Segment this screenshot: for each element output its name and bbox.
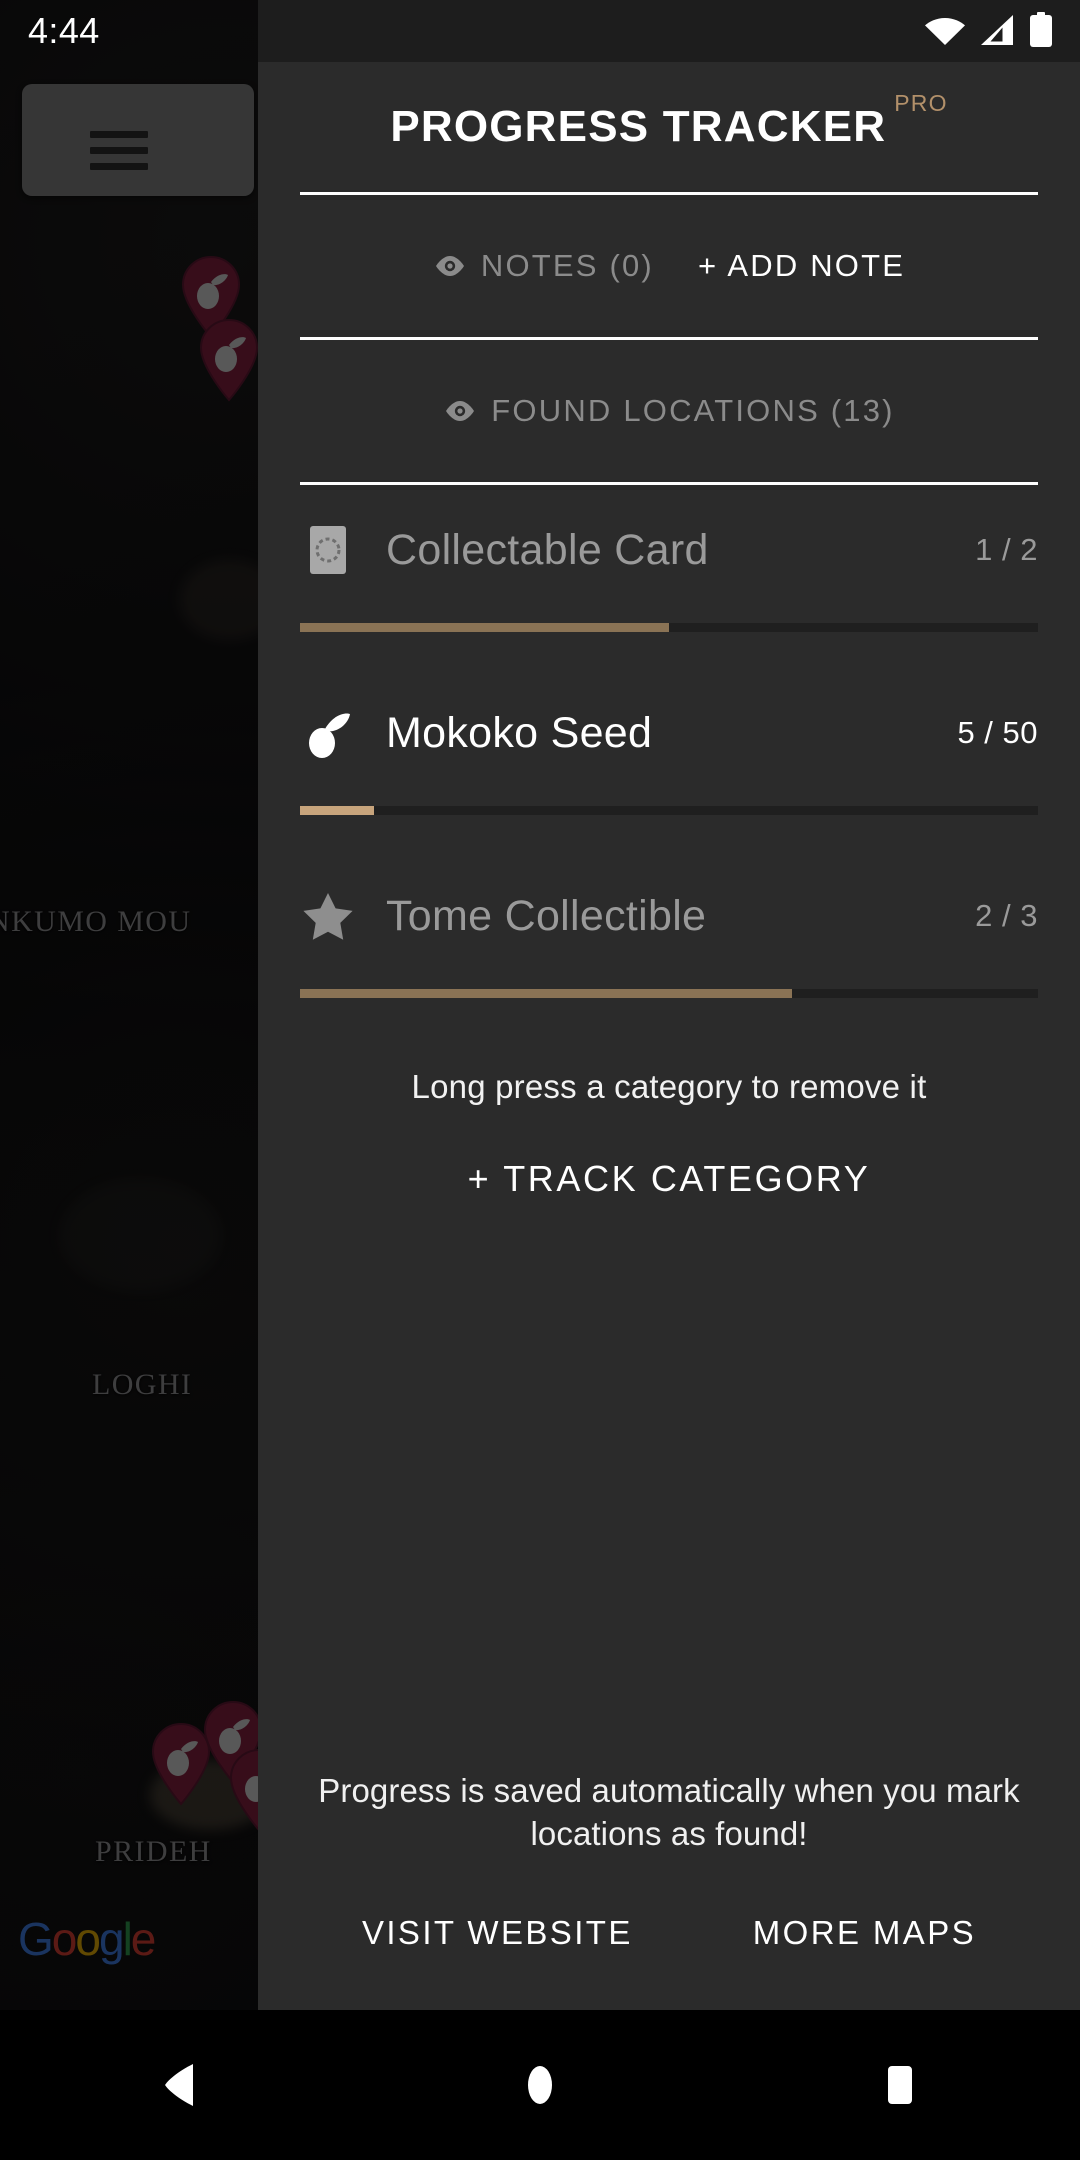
back-icon xyxy=(159,2062,201,2108)
home-button[interactable] xyxy=(460,2010,620,2160)
progress-bar-track xyxy=(300,806,1038,815)
auto-save-note: Progress is saved automatically when you… xyxy=(318,1771,1020,1853)
panel-footer: Progress is saved automatically when you… xyxy=(258,1769,1080,1952)
google-letter: G xyxy=(18,1913,54,1965)
progress-bar-fill xyxy=(300,806,374,815)
recents-button[interactable] xyxy=(820,2010,980,2160)
found-locations-label: FOUND LOCATIONS (13) xyxy=(491,393,895,428)
category-name: Tome Collectible xyxy=(386,891,707,940)
hamburger-menu-button[interactable] xyxy=(22,84,254,196)
panel-header: PROGRESS TRACKER PRO xyxy=(258,62,1080,192)
google-letter: e xyxy=(130,1913,157,1965)
google-letter: o xyxy=(51,1913,78,1965)
panel-status-shade xyxy=(258,0,1080,62)
phone-screen: NKUMO MOU LOGHI PRIDEH Google PROGRESS T… xyxy=(0,0,1080,2160)
progress-bar-track xyxy=(300,989,1038,998)
google-letter: l xyxy=(122,1913,133,1965)
hamburger-menu-icon xyxy=(90,131,148,170)
eye-icon xyxy=(443,399,477,423)
progress-tracker-panel: PROGRESS TRACKER PRO NOTES (0) + ADD NOT… xyxy=(258,0,1080,2010)
add-note-button[interactable]: + ADD NOTE xyxy=(698,248,905,284)
pro-badge: PRO xyxy=(894,90,948,116)
progress-bar-track xyxy=(300,623,1038,632)
mokoko-seed-icon xyxy=(300,705,356,761)
map-terrain-blob xyxy=(60,1180,220,1290)
google-letter: g xyxy=(98,1913,125,1965)
category-count: 5 / 50 xyxy=(957,715,1038,750)
visit-website-link[interactable]: VISIT WEBSITE xyxy=(362,1914,633,1952)
long-press-hint: Long press a category to remove it xyxy=(411,1068,927,1105)
back-button[interactable] xyxy=(100,2010,260,2160)
home-icon xyxy=(519,2062,561,2108)
notes-row: NOTES (0) + ADD NOTE xyxy=(258,195,1080,337)
google-letter: o xyxy=(75,1913,101,1965)
android-navigation-bar xyxy=(0,2010,1080,2160)
map-pin-mokoko-seed[interactable] xyxy=(196,318,258,402)
map-label: LOGHI xyxy=(92,1368,193,1401)
map-label: PRIDEH xyxy=(95,1835,212,1868)
toggle-notes-visibility[interactable]: NOTES (0) xyxy=(433,248,654,284)
progress-bar-fill xyxy=(300,989,792,998)
page-title: PROGRESS TRACKER xyxy=(390,102,887,151)
found-locations-row[interactable]: FOUND LOCATIONS (13) xyxy=(258,340,1080,482)
map-background[interactable]: NKUMO MOU LOGHI PRIDEH Google xyxy=(0,0,258,2010)
category-row[interactable]: Tome Collectible 2 / 3 xyxy=(258,851,1080,1034)
more-maps-link[interactable]: MORE MAPS xyxy=(753,1914,976,1952)
notes-label: NOTES (0) xyxy=(480,248,654,283)
google-attribution-logo: Google xyxy=(18,1913,157,1965)
category-name: Collectable Card xyxy=(386,525,709,574)
category-row[interactable]: Collectable Card 1 / 2 xyxy=(258,485,1080,668)
collectable-card-icon xyxy=(300,522,356,578)
eye-icon xyxy=(433,254,467,278)
progress-bar-fill xyxy=(300,623,669,632)
category-count: 2 / 3 xyxy=(975,898,1038,933)
star-icon xyxy=(300,888,356,944)
map-pin-mokoko-seed[interactable] xyxy=(226,1748,258,1832)
recents-icon xyxy=(879,2062,921,2108)
category-count: 1 / 2 xyxy=(975,532,1038,567)
track-category-button[interactable]: + TRACK CATEGORY xyxy=(258,1158,1080,1200)
map-label: NKUMO MOU xyxy=(0,905,192,938)
category-name: Mokoko Seed xyxy=(386,708,653,757)
category-row[interactable]: Mokoko Seed 5 / 50 xyxy=(258,668,1080,851)
